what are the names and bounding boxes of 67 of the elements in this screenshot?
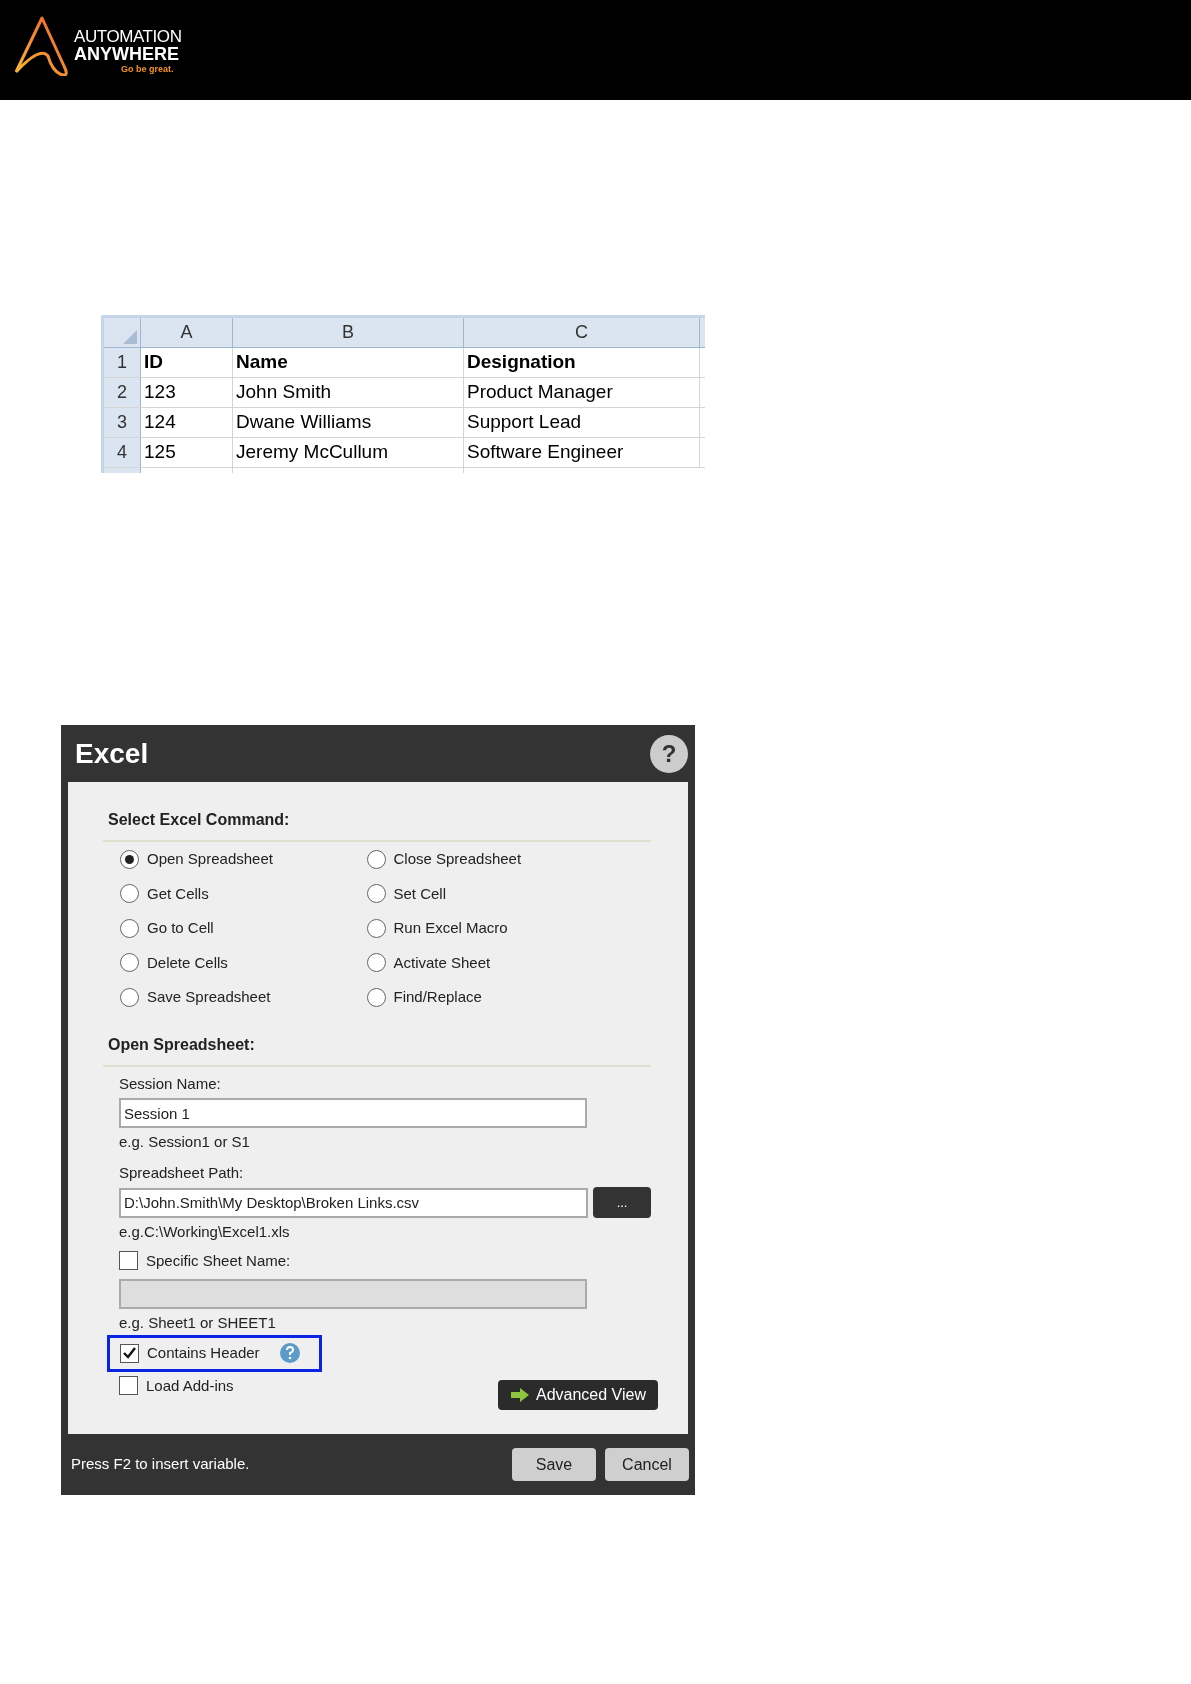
radio-label: Save Spreadsheet [147,987,271,1007]
radio-button[interactable] [120,953,139,973]
radio-button[interactable] [366,849,386,869]
radio-label: Get Cells [147,883,209,904]
logo-tagline: Go be great. [121,65,175,74]
table-cell: Support Lead [464,408,700,437]
table-cell: Name [233,348,464,377]
help-button[interactable]: ? [650,734,688,773]
radio-button[interactable] [120,987,139,1007]
table-cell: Software Engineer [464,438,700,467]
radio-label: Run Excel Macro [393,918,508,938]
table-cell: ID [141,348,233,377]
select-all-icon [123,330,137,344]
checkbox-label: Contains Header [147,1342,260,1363]
radio-label: Set Cell [393,883,447,904]
dialog-title: Excel [75,736,149,771]
section-heading: Open Spreadsheet: [103,1032,651,1067]
hint-text: e.g.C:\Working\Excel1.xls [119,1222,291,1242]
table-cell: 124 [141,408,233,437]
spreadsheet-path-field[interactable]: D:\John.Smith\My Desktop\Broken Links.csv [119,1187,589,1218]
radio-label: Delete Cells [147,952,228,973]
logo-text: ANYWHERE [74,45,179,63]
radio-button[interactable] [366,884,386,904]
checkbox-label: Specific Sheet Name: [146,1250,291,1271]
radio-button[interactable] [120,849,139,869]
logo-text: AUTOMATION [74,28,182,45]
radio-button[interactable] [366,953,386,973]
checkbox[interactable] [119,1251,138,1271]
checkbox-label: Load Add-ins [146,1375,234,1396]
table-cell: 125 [141,438,233,467]
radio-label: Activate Sheet [393,952,491,973]
column-header[interactable]: C [464,318,700,347]
radio-button[interactable] [120,884,139,904]
column-header[interactable]: B [233,318,464,347]
table-cell: John Smith [233,378,464,407]
section-heading: Select Excel Command: [103,808,651,842]
radio-button[interactable] [366,918,386,938]
dialog-button[interactable]: Cancel [605,1448,689,1481]
field-label: Spreadsheet Path: [119,1162,245,1183]
radio-label: Close Spreadsheet [393,849,522,869]
radio-label: Go to Cell [147,918,214,938]
table-cell: Jeremy McCullum [233,438,464,467]
table-cell: Dwane Williams [233,408,464,437]
table-cell: 123 [141,378,233,407]
table-cell: Designation [464,348,700,377]
radio-button[interactable] [366,987,386,1007]
hint-text: e.g. Sheet1 or SHEET1 [119,1313,277,1333]
advanced-view-button[interactable]: Advanced View [498,1379,658,1410]
checkbox[interactable] [119,1376,138,1396]
row-header[interactable]: 1 [104,348,141,377]
radio-label: Open Spreadsheet [147,849,273,869]
radio-label: Find/Replace [393,987,482,1007]
row-header[interactable]: 4 [104,438,141,467]
arrow-icon [510,1386,530,1403]
footer-hint: Press F2 to insert variable. [71,1454,250,1475]
row-header[interactable]: 2 [104,378,141,407]
radio-button[interactable] [120,918,139,938]
session-name-field[interactable]: Session 1 [119,1098,587,1128]
column-header[interactable]: A [141,318,233,347]
browse-button[interactable]: ... [593,1187,651,1218]
row-header[interactable]: 3 [104,408,141,437]
checkbox[interactable] [120,1343,139,1363]
help-icon [279,1343,300,1363]
table-cell: Product Manager [464,378,700,407]
field-label: Session Name: [119,1073,222,1094]
dialog-button[interactable]: Save [512,1448,596,1481]
hint-text: e.g. Session1 or S1 [119,1132,251,1152]
